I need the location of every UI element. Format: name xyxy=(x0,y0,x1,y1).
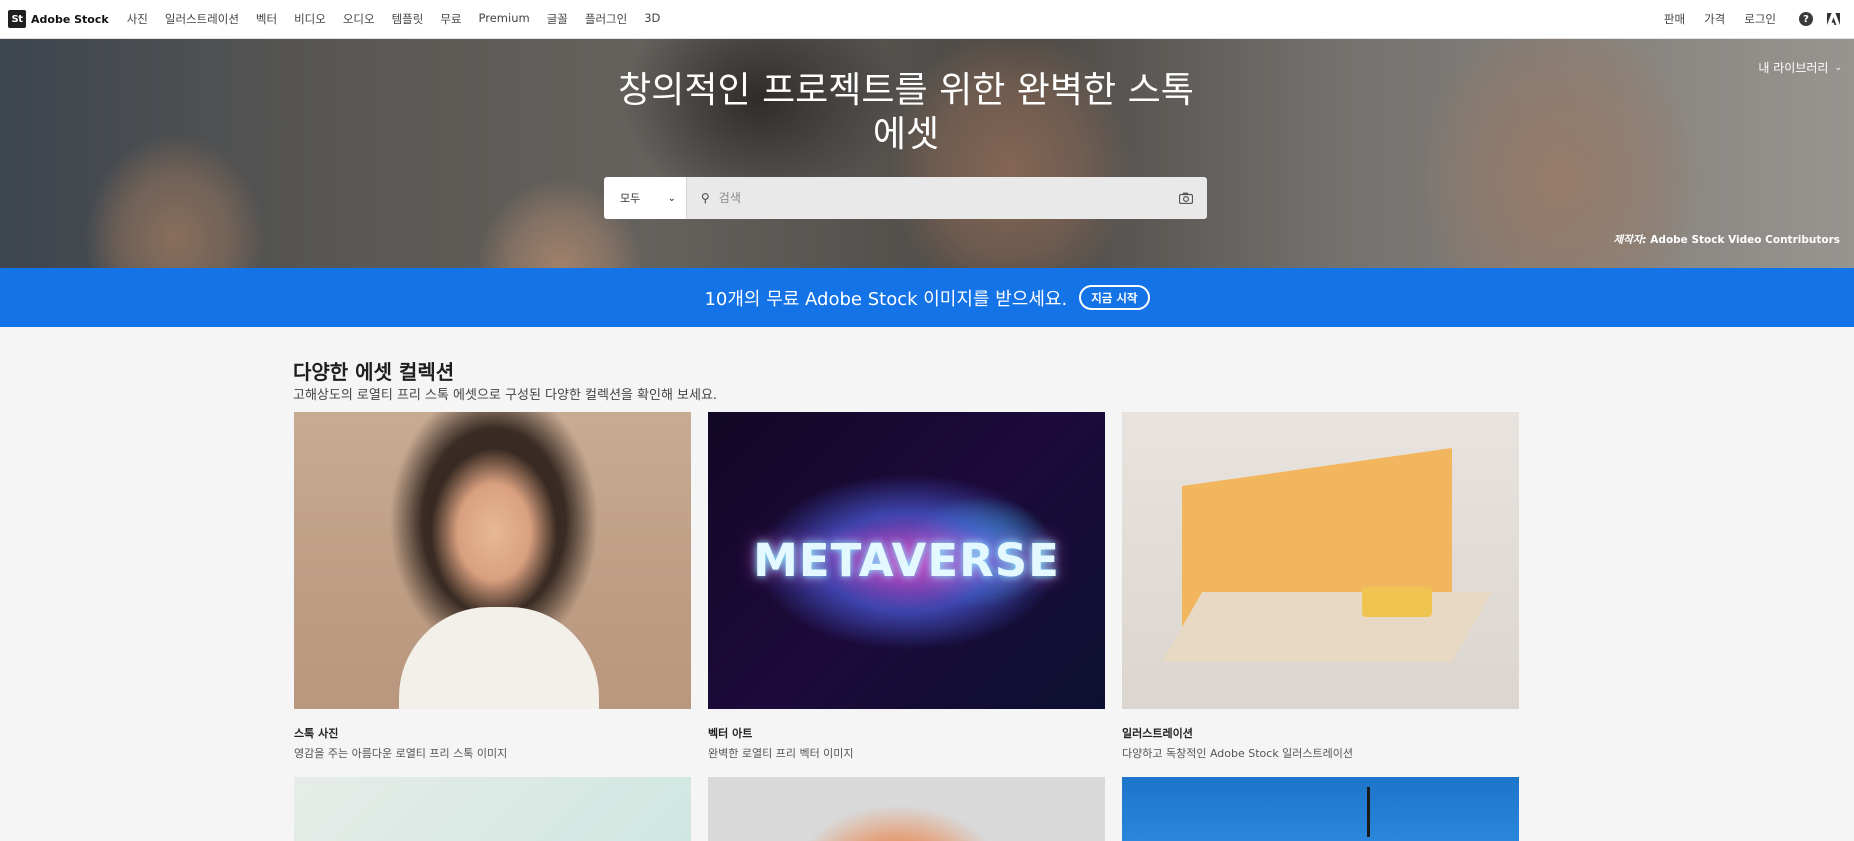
my-library-label: 내 라이브러리 xyxy=(1758,61,1829,75)
collection-card-vectors[interactable]: METAVERSE 벡터 아트 완벽한 로열티 프리 벡터 이미지 xyxy=(708,412,1105,761)
room-floor xyxy=(1161,592,1493,662)
collection-card-desc: 완벽한 로열티 프리 벡터 이미지 xyxy=(708,747,854,760)
adobe-logo-icon[interactable] xyxy=(1826,12,1840,26)
search-icon: ⚲ xyxy=(701,191,710,205)
credit-name[interactable]: Adobe Stock Video Contributors xyxy=(1650,234,1840,246)
room-sofa xyxy=(1362,587,1432,617)
collection-card-photos[interactable]: 스톡 사진 영감을 주는 아름다운 로열티 프리 스톡 이미지 xyxy=(294,412,691,761)
nav-link-login[interactable]: 로그인 xyxy=(1744,11,1776,27)
collection-card-desc: 영감을 주는 아름다운 로열티 프리 스톡 이미지 xyxy=(294,747,508,760)
nav-links: 사진 일러스트레이션 벡터 비디오 오디오 템플릿 무료 Premium 글꼴 … xyxy=(127,11,678,27)
collection-card-video[interactable] xyxy=(1122,777,1519,841)
metaverse-image-text: METAVERSE xyxy=(753,534,1060,587)
adobe-stock-logo-icon: St xyxy=(8,10,26,28)
nav-link-photos[interactable]: 사진 xyxy=(127,11,148,27)
collection-image-video[interactable] xyxy=(1122,777,1519,841)
nav-link-fonts[interactable]: 글꼴 xyxy=(547,11,568,27)
top-nav: St Adobe Stock 사진 일러스트레이션 벡터 비디오 오디오 템플릿… xyxy=(0,0,1854,39)
image-credit: 제작자: Adobe Stock Video Contributors xyxy=(1613,232,1840,247)
collection-card-title[interactable]: 스톡 사진 xyxy=(294,725,691,741)
collection-image-templates[interactable] xyxy=(294,777,691,841)
hero-title: 창의적인 프로젝트를 위한 완벽한 스톡 에셋 xyxy=(618,70,1194,155)
promo-text: 10개의 무료 Adobe Stock 이미지를 받으세요. xyxy=(704,288,1068,310)
search-filter-label: 모두 xyxy=(620,192,641,205)
collection-image-vectors[interactable]: METAVERSE xyxy=(708,412,1105,709)
my-library-button[interactable]: 내 라이브러리 ⌄ xyxy=(1758,59,1842,76)
tower-shape xyxy=(1367,787,1370,837)
nav-link-templates[interactable]: 템플릿 xyxy=(392,11,424,27)
chevron-down-icon: ⌄ xyxy=(1834,62,1842,73)
nav-link-vectors[interactable]: 벡터 xyxy=(256,11,277,27)
visual-search-camera-icon[interactable] xyxy=(1178,192,1193,205)
search-field: ⚲ xyxy=(687,177,1207,219)
nav-link-pricing[interactable]: 가격 xyxy=(1704,11,1725,27)
collections-subtitle: 고해상도의 로열티 프리 스톡 에셋으로 구성된 다양한 컬렉션을 확인해 보세… xyxy=(293,388,718,403)
nav-link-plugins[interactable]: 플러그인 xyxy=(585,11,627,27)
nav-link-free[interactable]: 무료 xyxy=(440,11,461,27)
nav-right: 판매 가격 로그인 ? xyxy=(1645,11,1840,27)
help-icon[interactable]: ? xyxy=(1799,12,1813,26)
collection-card-3d[interactable] xyxy=(708,777,1105,841)
hero-banner: 창의적인 프로젝트를 위한 완벽한 스톡 에셋 내 라이브러리 ⌄ 모두 ⌄ ⚲… xyxy=(0,39,1854,268)
collection-image-3d[interactable] xyxy=(708,777,1105,841)
start-now-button[interactable]: 지금 시작 xyxy=(1079,285,1150,310)
nav-link-audio[interactable]: 오디오 xyxy=(343,11,375,27)
collection-image-photos[interactable] xyxy=(294,412,691,709)
nav-link-videos[interactable]: 비디오 xyxy=(294,11,326,27)
collection-card-templates[interactable] xyxy=(294,777,691,841)
nav-link-illustrations[interactable]: 일러스트레이션 xyxy=(165,11,239,27)
collection-card-illustrations[interactable]: 일러스트레이션 다양하고 독창적인 Adobe Stock 일러스트레이션 xyxy=(1122,412,1519,761)
collection-card-desc: 다양하고 독창적인 Adobe Stock 일러스트레이션 xyxy=(1122,747,1354,760)
nav-link-sell[interactable]: 판매 xyxy=(1664,11,1685,27)
brand-name: Adobe Stock xyxy=(31,12,109,26)
search-bar: 모두 ⌄ ⚲ xyxy=(604,177,1207,219)
search-filter-dropdown[interactable]: 모두 ⌄ xyxy=(604,177,687,219)
collections-title: 다양한 에셋 컬렉션 xyxy=(293,360,455,384)
nav-link-premium[interactable]: Premium xyxy=(479,11,530,27)
promo-banner: 10개의 무료 Adobe Stock 이미지를 받으세요. 지금 시작 xyxy=(0,268,1854,327)
nav-link-3d[interactable]: 3D xyxy=(644,11,660,27)
photo-figure xyxy=(399,607,599,709)
chevron-down-icon: ⌄ xyxy=(667,192,676,204)
collection-card-title[interactable]: 벡터 아트 xyxy=(708,725,1105,741)
credit-prefix: 제작자: xyxy=(1613,234,1647,246)
search-input[interactable] xyxy=(718,191,1178,205)
collection-card-title[interactable]: 일러스트레이션 xyxy=(1122,725,1519,741)
brand-home-link[interactable]: St Adobe Stock xyxy=(8,10,109,28)
collection-image-illustrations[interactable] xyxy=(1122,412,1519,709)
